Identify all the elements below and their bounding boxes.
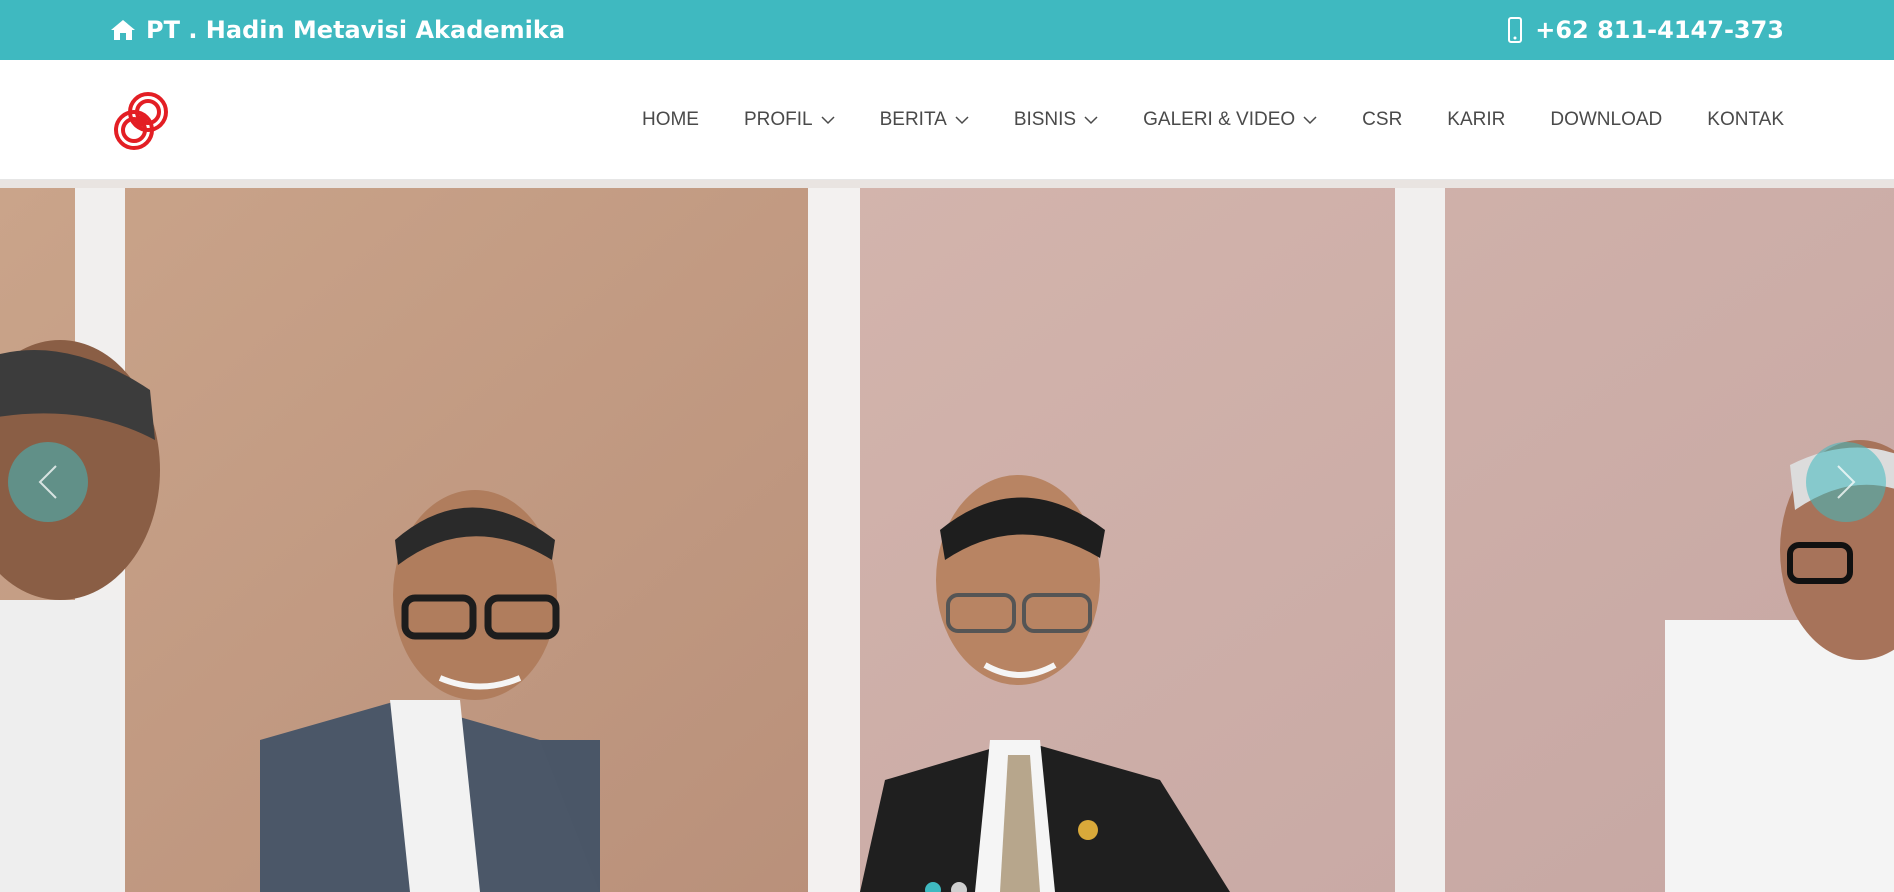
site-header: HOME PROFIL BERITA BISNIS GALERI & VIDEO…	[0, 60, 1894, 180]
nav-profil-label: PROFIL	[743, 109, 813, 130]
phone-number[interactable]: +62 811-4147-373	[1535, 16, 1784, 44]
chevron-down-icon	[1303, 116, 1317, 125]
nav-berita-label: BERITA	[879, 109, 947, 130]
nav-home-label: HOME	[641, 109, 699, 130]
slider-prev-button[interactable]	[8, 442, 88, 522]
company-logo[interactable]	[108, 88, 174, 154]
main-nav: HOME PROFIL BERITA BISNIS GALERI & VIDEO…	[642, 60, 1784, 180]
chevron-left-icon	[38, 465, 57, 499]
nav-download-label: DOWNLOAD	[1550, 109, 1663, 130]
chevron-down-icon	[955, 116, 969, 125]
slider-dot-2[interactable]	[951, 882, 967, 892]
nav-profil[interactable]: PROFIL	[744, 109, 835, 131]
phone-info[interactable]: +62 811-4147-373	[1507, 0, 1784, 60]
chevron-down-icon	[1084, 116, 1098, 125]
top-bar: PT . Hadin Metavisi Akademika +62 811-41…	[0, 0, 1894, 60]
slider-dots	[925, 882, 967, 892]
hero-slider[interactable]	[0, 180, 1894, 892]
nav-kontak-label: KONTAK	[1707, 109, 1784, 130]
slide-photo	[0, 180, 1894, 892]
nav-bisnis-label: BISNIS	[1013, 109, 1077, 130]
nav-karir[interactable]: KARIR	[1447, 109, 1505, 131]
home-icon	[110, 18, 136, 42]
nav-berita[interactable]: BERITA	[880, 109, 969, 131]
slider-dot-1[interactable]	[925, 882, 941, 892]
company-name: PT . Hadin Metavisi Akademika	[146, 16, 566, 44]
slider-next-button[interactable]	[1806, 442, 1886, 522]
nav-csr[interactable]: CSR	[1362, 109, 1402, 131]
nav-download[interactable]: DOWNLOAD	[1550, 109, 1662, 131]
nav-csr-label: CSR	[1362, 109, 1403, 130]
nav-galeri-video-label: GALERI & VIDEO	[1143, 109, 1296, 130]
mobile-phone-icon	[1507, 17, 1523, 43]
chevron-down-icon	[821, 116, 835, 125]
company-info: PT . Hadin Metavisi Akademika	[110, 0, 565, 60]
nav-home[interactable]: HOME	[642, 109, 699, 131]
chevron-right-icon	[1837, 465, 1856, 499]
nav-galeri-video[interactable]: GALERI & VIDEO	[1143, 109, 1317, 131]
nav-bisnis[interactable]: BISNIS	[1014, 109, 1098, 131]
nav-kontak[interactable]: KONTAK	[1707, 109, 1784, 131]
nav-karir-label: KARIR	[1447, 109, 1506, 130]
